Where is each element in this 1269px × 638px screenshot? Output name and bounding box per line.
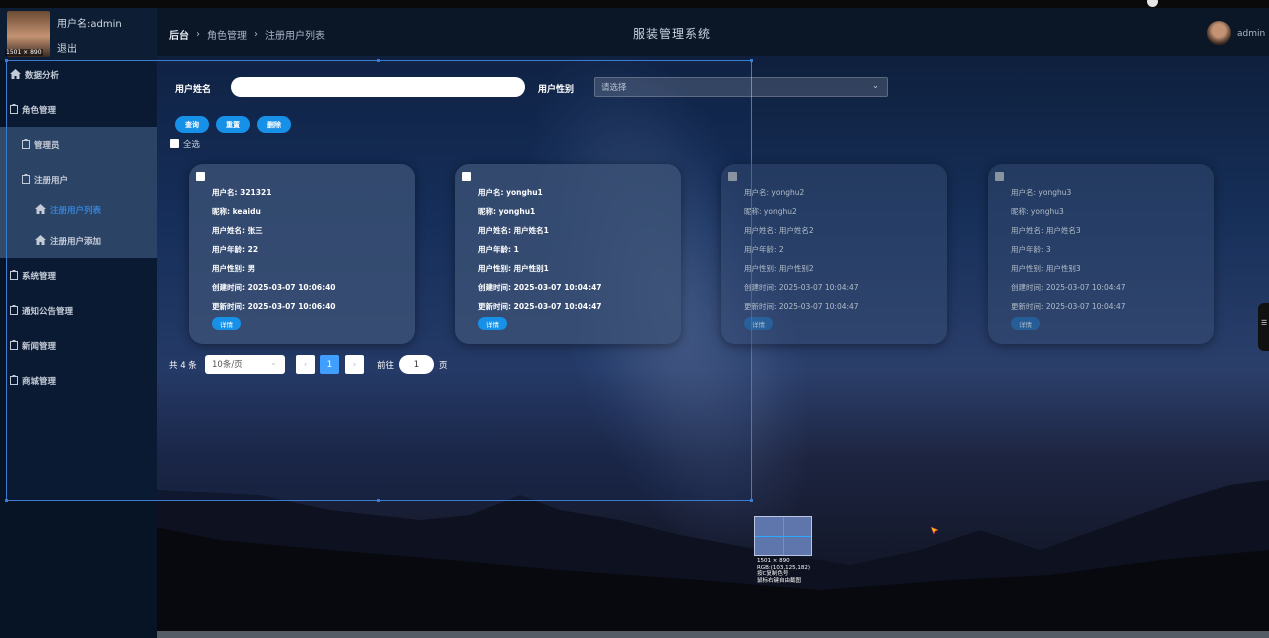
- card-realname: 用户姓名: 用户姓名1: [478, 226, 549, 235]
- card-checkbox[interactable]: [728, 172, 737, 181]
- selection-handle[interactable]: [750, 499, 753, 502]
- header-username[interactable]: admin: [1237, 29, 1265, 39]
- selection-handle[interactable]: [5, 59, 8, 62]
- card-updated: 更新时间: 2025-03-07 10:04:47: [744, 302, 859, 311]
- card-username: 用户名: yonghu2: [744, 188, 805, 197]
- chevron-right-icon: ›: [196, 29, 200, 40]
- card-created: 创建时间: 2025-03-07 10:04:47: [1011, 283, 1126, 292]
- detail-button[interactable]: 详情: [478, 317, 507, 330]
- magnifier-hint: 鼠标右键自由截图: [757, 577, 802, 584]
- card-nickname: 昵称: yonghu3: [1011, 207, 1064, 216]
- card-checkbox[interactable]: [995, 172, 1004, 181]
- card-updated: 更新时间: 2025-03-07 10:04:47: [478, 302, 602, 311]
- card-age: 用户年龄: 3: [1011, 245, 1051, 254]
- total-count: 共 4 条: [169, 361, 197, 371]
- select-all-checkbox[interactable]: [170, 139, 179, 148]
- user-card: 用户名: yonghu1 昵称: yonghu1 用户姓名: 用户姓名1 用户年…: [455, 164, 681, 344]
- card-nickname: 昵称: keaidu: [212, 207, 261, 216]
- page-title: 服装管理系统: [633, 27, 712, 41]
- card-age: 用户年龄: 1: [478, 245, 519, 254]
- card-created: 创建时间: 2025-03-07 10:04:47: [478, 283, 602, 292]
- reset-button[interactable]: 重置: [216, 116, 250, 133]
- breadcrumb-item[interactable]: 后台: [169, 27, 189, 42]
- header-avatar[interactable]: [1207, 21, 1231, 45]
- card-updated: 更新时间: 2025-03-07 10:04:47: [1011, 302, 1126, 311]
- user-card: 用户名: 321321 昵称: keaidu 用户姓名: 张三 用户年龄: 22…: [189, 164, 415, 344]
- goto-page-input[interactable]: 1: [399, 355, 434, 374]
- chevron-down-icon: ⌄: [871, 81, 879, 91]
- next-page-button[interactable]: ›: [345, 355, 364, 374]
- bottom-scrollbar[interactable]: [157, 631, 1269, 638]
- circle-icon: [1147, 0, 1158, 7]
- cursor-icon: [931, 527, 938, 534]
- gender-select-placeholder: 请选择: [601, 83, 627, 93]
- page-size-value: 10条/页: [212, 360, 243, 370]
- user-card: 用户名: yonghu2 昵称: yonghu2 用户姓名: 用户姓名2 用户年…: [721, 164, 947, 344]
- detail-button[interactable]: 详情: [744, 317, 773, 330]
- delete-button[interactable]: 删除: [257, 116, 291, 133]
- card-checkbox[interactable]: [196, 172, 205, 181]
- card-updated: 更新时间: 2025-03-07 10:06:40: [212, 302, 336, 311]
- name-label: 用户姓名: [175, 85, 212, 95]
- top-strip: [0, 0, 1269, 8]
- magnifier-info: 1501 × 890 RGB:(103,125,182) 按C复制色号 鼠标右键…: [757, 558, 810, 584]
- detail-button[interactable]: 详情: [212, 317, 241, 330]
- card-realname: 用户姓名: 用户姓名3: [1011, 226, 1081, 235]
- side-drawer-tab[interactable]: ☰: [1258, 303, 1269, 351]
- card-checkbox[interactable]: [462, 172, 471, 181]
- card-gender: 用户性别: 用户性别3: [1011, 264, 1081, 273]
- breadcrumb: 后台 › 角色管理 › 注册用户列表: [169, 27, 325, 42]
- card-username: 用户名: yonghu3: [1011, 188, 1072, 197]
- card-realname: 用户姓名: 张三: [212, 226, 263, 235]
- menu-icon: ☰: [1261, 319, 1268, 327]
- size-badge: 1501 × 890: [5, 49, 43, 56]
- card-age: 用户年龄: 22: [212, 245, 259, 254]
- logout-link[interactable]: 退出: [57, 40, 77, 55]
- card-gender: 用户性别: 用户性别1: [478, 264, 549, 273]
- page-number-current[interactable]: 1: [320, 355, 339, 374]
- chevron-left-icon: ‹: [303, 359, 308, 370]
- card-realname: 用户姓名: 用户姓名2: [744, 226, 814, 235]
- page-size-select[interactable]: 10条/页 ⌄: [205, 355, 285, 374]
- goto-label: 前往: [377, 361, 395, 371]
- query-button[interactable]: 查询: [175, 116, 209, 133]
- name-input[interactable]: [231, 77, 525, 97]
- breadcrumb-item: 注册用户列表: [265, 31, 325, 42]
- prev-page-button[interactable]: ‹: [296, 355, 315, 374]
- breadcrumb-item[interactable]: 角色管理: [207, 27, 247, 42]
- selection-handle[interactable]: [5, 499, 8, 502]
- card-nickname: 昵称: yonghu2: [744, 207, 797, 216]
- chevron-right-icon: ›: [352, 359, 357, 370]
- card-age: 用户年龄: 2: [744, 245, 784, 254]
- color-picker-magnifier: [754, 516, 812, 556]
- chevron-right-icon: ›: [254, 29, 258, 40]
- username-label: 用户名:admin: [57, 19, 122, 30]
- user-panel: 用户名:admin 退出 1501 × 890: [0, 8, 157, 60]
- selection-handle[interactable]: [750, 59, 753, 62]
- page-unit-label: 页: [439, 361, 448, 371]
- card-gender: 用户性别: 用户性别2: [744, 264, 814, 273]
- card-nickname: 昵称: yonghu1: [478, 207, 536, 216]
- chevron-down-icon: ⌄: [269, 358, 277, 368]
- card-username: 用户名: yonghu1: [478, 188, 543, 197]
- gender-label: 用户性别: [538, 85, 575, 95]
- card-gender: 用户性别: 男: [212, 264, 256, 273]
- selection-handle[interactable]: [377, 59, 380, 62]
- card-created: 创建时间: 2025-03-07 10:04:47: [744, 283, 859, 292]
- select-all-label: 全选: [183, 140, 201, 150]
- selection-handle[interactable]: [377, 499, 380, 502]
- card-created: 创建时间: 2025-03-07 10:06:40: [212, 283, 336, 292]
- gender-select[interactable]: 请选择 ⌄: [594, 77, 888, 97]
- user-card: 用户名: yonghu3 昵称: yonghu3 用户姓名: 用户姓名3 用户年…: [988, 164, 1214, 344]
- card-username: 用户名: 321321: [212, 188, 272, 197]
- detail-button[interactable]: 详情: [1011, 317, 1040, 330]
